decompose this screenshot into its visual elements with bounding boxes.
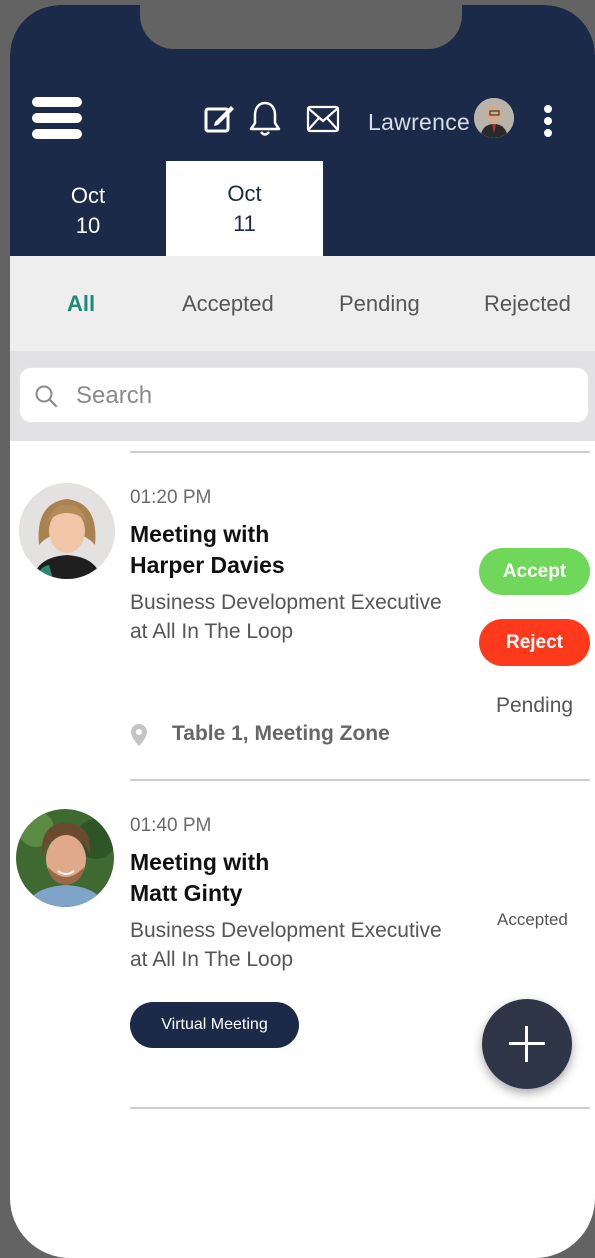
meeting-contact-name: Harper Davies [130,552,285,578]
bell-icon[interactable] [248,100,282,138]
contact-photo-harper-davies [19,483,115,579]
meeting-role: Business Development Executive at All In… [130,588,442,646]
filter-tab-pending[interactable]: Pending [339,291,420,317]
meeting-title-line: Meeting with [130,849,270,875]
virtual-meeting-button[interactable]: Virtual Meeting [130,1002,299,1048]
date-tab-oct-10[interactable]: Oct 10 [10,161,166,256]
status-badge: Pending [496,694,574,717]
divider [130,451,590,453]
location-pin-icon [131,724,147,746]
meeting-title-line: Meeting with [130,521,270,547]
phone-screen: Lawrence Oct 10 Oct 11 All Accepted Pend… [10,5,595,1258]
date-tab-day: 11 [233,211,256,236]
meeting-role: Business Development Executive at All In… [130,916,442,974]
more-vertical-icon[interactable] [540,103,556,139]
search-bar [10,351,595,441]
app-header: Lawrence Oct 10 Oct 11 [10,5,595,256]
date-tab-month: Oct [70,183,106,208]
search-icon [35,385,58,408]
filter-tab-all[interactable]: All [67,291,95,317]
date-tab-month: Oct [227,181,262,206]
accept-button[interactable]: Accept [479,548,590,595]
username[interactable]: Lawrence [368,109,470,136]
meeting-title: Meeting with Matt Ginty [130,847,269,909]
avatar[interactable] [474,98,514,138]
meeting-title: Meeting with Harper Davies [130,519,285,581]
device-notch [140,5,462,49]
divider [130,779,590,781]
filter-tab-accepted[interactable]: Accepted [182,291,274,317]
add-meeting-button[interactable] [482,999,572,1089]
edit-icon[interactable] [203,102,237,136]
role-company: at All In The Loop [130,620,294,643]
location-text: Table 1, Meeting Zone [172,722,390,745]
contact-photo-matt-ginty [16,809,114,907]
menu-icon[interactable] [32,95,82,141]
divider [130,1107,590,1109]
filter-tabs: All Accepted Pending Rejected [10,256,595,351]
date-tab-oct-11[interactable]: Oct 11 [166,161,323,256]
filter-tab-rejected[interactable]: Rejected [484,291,571,317]
search-field[interactable] [19,367,589,423]
meeting-time: 01:20 PM [130,487,212,508]
meeting-contact-name: Matt Ginty [130,880,243,906]
role-company: at All In The Loop [130,948,294,971]
status-badge: Accepted [497,910,568,929]
reject-button[interactable]: Reject [479,619,590,666]
role-title: Business Development Executive [130,591,442,614]
role-title: Business Development Executive [130,919,442,942]
date-tab-day: 10 [75,213,101,238]
meeting-time: 01:40 PM [130,815,212,836]
mail-icon[interactable] [306,105,340,133]
search-input[interactable] [76,369,556,423]
